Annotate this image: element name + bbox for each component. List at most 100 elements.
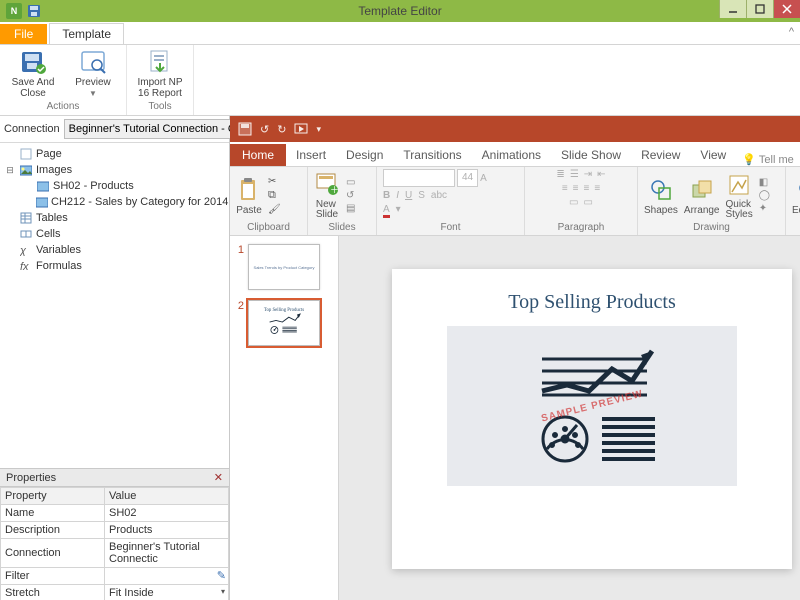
ppt-tab-insert[interactable]: Insert <box>286 144 336 166</box>
lightbulb-icon: 💡 <box>742 153 756 166</box>
bold-button[interactable]: B <box>383 190 390 201</box>
arrange-icon <box>689 176 715 204</box>
tree-formulas[interactable]: Formulas <box>36 260 82 272</box>
ppt-tab-review[interactable]: Review <box>631 144 690 166</box>
paste-button[interactable]: Paste <box>236 176 262 216</box>
template-tree[interactable]: Page ⊟ Images SH02 - Products CH212 - Sal… <box>0 143 229 468</box>
maximize-button[interactable] <box>746 0 773 18</box>
menu-tabs: File Template ^ <box>0 22 800 45</box>
shape-fill-icon[interactable]: ◧ <box>759 177 770 188</box>
ppt-tab-home[interactable]: Home <box>230 144 286 166</box>
tree-cells[interactable]: Cells <box>36 228 60 240</box>
save-close-icon <box>18 49 48 75</box>
import-icon <box>145 49 175 75</box>
increase-font-icon[interactable]: A <box>480 173 487 184</box>
app-icon: N <box>6 3 22 19</box>
prop-desc-value[interactable]: Products <box>105 522 229 539</box>
tree-collapse-icon[interactable]: ⊟ <box>4 165 16 176</box>
image-item-icon <box>36 179 50 193</box>
font-color-icon[interactable]: A <box>383 204 390 218</box>
clipboard-icon <box>236 176 262 204</box>
ppt-quick-access: ↺ ↻ ▾ <box>230 116 800 142</box>
chevron-down-icon: ▼ <box>89 89 97 98</box>
new-slide-button[interactable]: ＋ New Slide <box>314 171 340 220</box>
ppt-tab-view[interactable]: View <box>690 144 736 166</box>
ribbon-collapse-icon[interactable]: ^ <box>789 26 794 38</box>
prop-name-value[interactable]: SH02 <box>105 505 229 522</box>
strike-button[interactable]: abc <box>431 190 447 201</box>
tab-template[interactable]: Template <box>49 23 124 44</box>
thumbnail-2[interactable]: 2 Top Selling Products <box>234 300 334 346</box>
slide-title[interactable]: Top Selling Products <box>392 269 792 326</box>
svg-text:χ: χ <box>20 245 27 256</box>
tree-tables[interactable]: Tables <box>36 212 68 224</box>
tree-image-ch212[interactable]: CH212 - Sales by Category for 2014 vs 20… <box>51 196 229 208</box>
prop-stretch-value[interactable]: Fit Inside▾ <box>105 585 229 600</box>
qat-save-icon[interactable] <box>26 3 42 19</box>
arrange-button[interactable]: Arrange <box>684 176 720 216</box>
editing-button[interactable]: Editing <box>792 176 800 216</box>
section-icon[interactable]: ▤ <box>346 203 355 214</box>
minimize-button[interactable] <box>719 0 746 18</box>
properties-header: Properties <box>6 472 56 484</box>
underline-button[interactable]: U <box>405 190 412 201</box>
bullets-icon[interactable]: ≣ <box>556 169 564 180</box>
ppt-tab-transitions[interactable]: Transitions <box>393 144 471 166</box>
prop-filter-value[interactable]: ✎ <box>105 568 229 585</box>
ppt-tab-slideshow[interactable]: Slide Show <box>551 144 631 166</box>
align-left-icon[interactable]: ≡ <box>562 183 568 194</box>
ppt-start-icon[interactable] <box>294 122 308 136</box>
preview-button[interactable]: Preview▼ <box>68 49 118 99</box>
properties-close-icon[interactable]: ✕ <box>214 471 223 484</box>
tree-variables[interactable]: Variables <box>36 244 81 256</box>
new-slide-icon: ＋ <box>314 171 340 199</box>
slide-canvas[interactable]: Top Selling Products <box>339 236 800 600</box>
formulas-icon: fx <box>19 259 33 273</box>
find-icon <box>794 176 800 204</box>
copy-icon[interactable]: ⧉ <box>268 189 281 202</box>
shadow-button[interactable]: S <box>418 190 425 201</box>
ppt-tab-animations[interactable]: Animations <box>472 144 551 166</box>
layout-icon[interactable]: ▭ <box>346 177 355 188</box>
shape-outline-icon[interactable]: ◯ <box>759 190 770 201</box>
quick-styles-button[interactable]: Quick Styles <box>726 171 753 220</box>
connection-label: Connection <box>4 123 60 135</box>
tree-images[interactable]: Images <box>36 164 72 176</box>
ppt-redo-icon[interactable]: ↻ <box>277 123 286 136</box>
tab-file[interactable]: File <box>0 24 47 44</box>
filter-edit-icon[interactable]: ✎ <box>217 569 226 582</box>
thumbnail-1[interactable]: 1 Sales Trends by Product Category <box>234 244 334 290</box>
left-pane: Connection Beginner's Tutorial Connectio… <box>0 116 230 600</box>
shape-effects-icon[interactable]: ✦ <box>759 203 770 214</box>
slide: Top Selling Products <box>392 269 792 569</box>
close-button[interactable] <box>773 0 800 18</box>
properties-table: PropertyValue NameSH02 DescriptionProduc… <box>0 487 229 600</box>
chevron-down-icon[interactable]: ▾ <box>221 587 225 596</box>
image-item-icon <box>36 195 48 209</box>
reset-icon[interactable]: ↺ <box>346 190 355 201</box>
tree-image-sh02[interactable]: SH02 - Products <box>53 180 134 192</box>
import-np16-button[interactable]: Import NP 16 Report <box>135 49 185 99</box>
font-size-field[interactable]: 44 <box>457 169 478 187</box>
ribbon: Save And Close Preview▼ Actions Import N… <box>0 45 800 116</box>
preview-icon <box>78 49 108 75</box>
ppt-undo-icon[interactable]: ↺ <box>260 123 269 136</box>
variables-icon: χ <box>19 243 33 257</box>
ppt-save-icon[interactable] <box>238 122 252 136</box>
prop-conn-value[interactable]: Beginner's Tutorial Connectic <box>105 539 229 568</box>
shapes-button[interactable]: Shapes <box>644 176 678 216</box>
prop-header-property: Property <box>1 488 105 505</box>
ppt-tell-me[interactable]: 💡Tell me <box>742 153 794 166</box>
ppt-qat-more-icon[interactable]: ▾ <box>316 124 321 135</box>
slide-image-placeholder[interactable]: SAMPLE PREVIEW <box>447 326 737 486</box>
prop-header-value: Value <box>105 488 229 505</box>
italic-button[interactable]: I <box>396 190 399 201</box>
quick-styles-icon <box>726 171 752 199</box>
cut-icon[interactable]: ✂ <box>268 176 281 187</box>
ppt-tab-design[interactable]: Design <box>336 144 393 166</box>
numbering-icon[interactable]: ☰ <box>570 169 579 180</box>
save-and-close-button[interactable]: Save And Close <box>8 49 58 99</box>
format-painter-icon[interactable]: 🖌 <box>268 204 281 215</box>
ppt-ribbon: Paste ✂ ⧉ 🖌 Clipboard ＋ New Slide <box>230 167 800 236</box>
tree-page[interactable]: Page <box>36 148 62 160</box>
